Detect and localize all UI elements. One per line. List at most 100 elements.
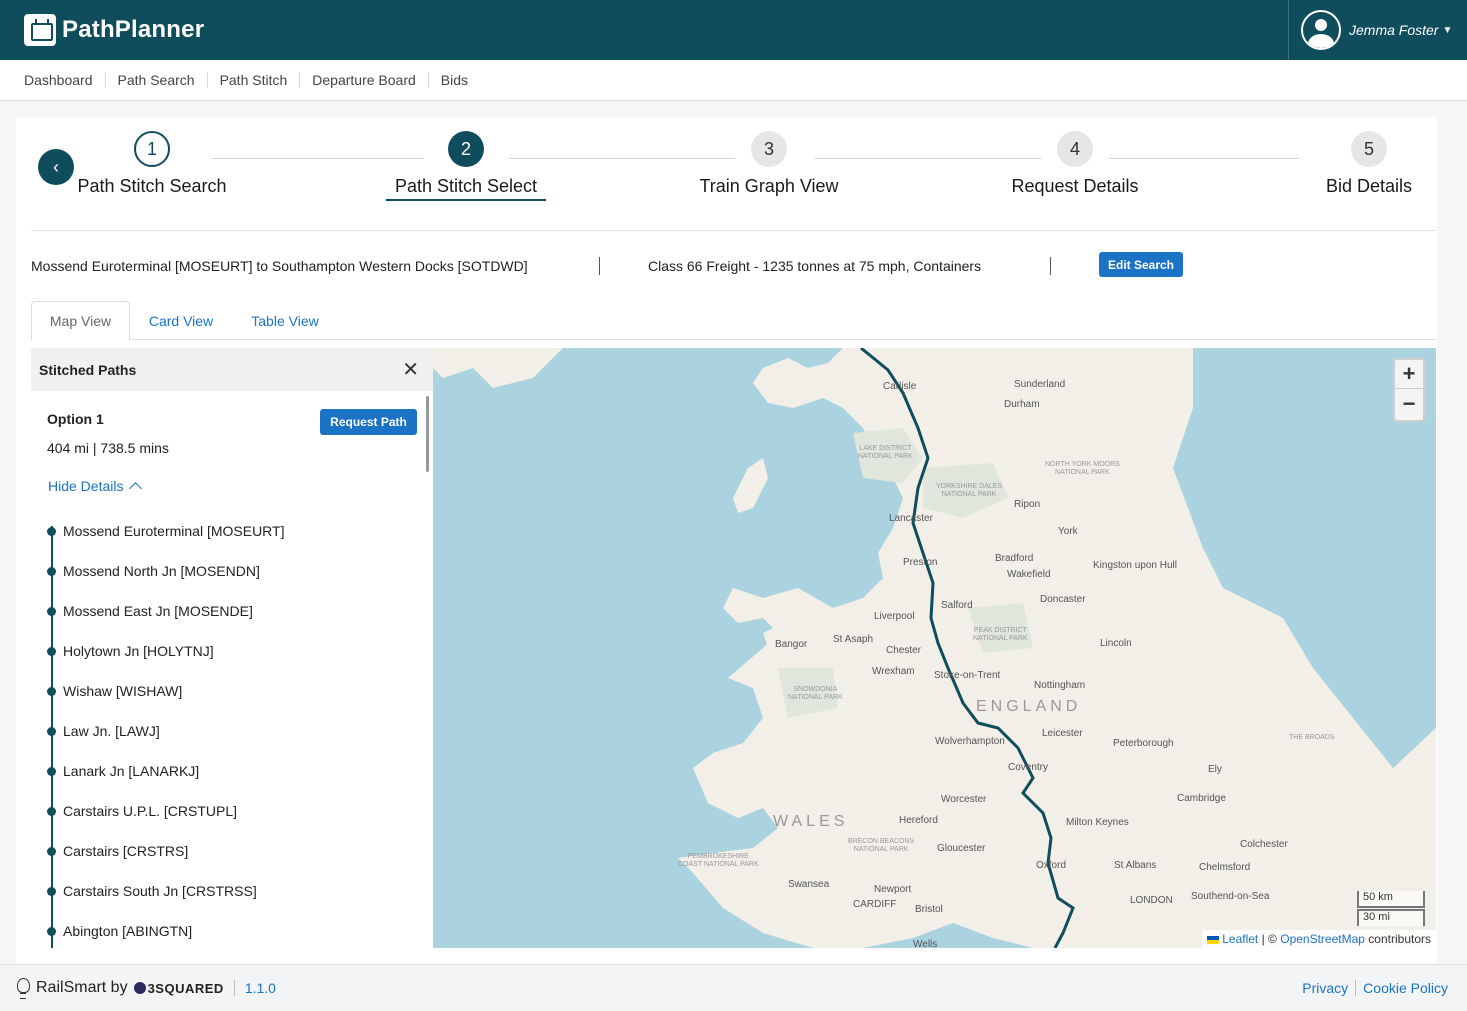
map-label-england: ENGLAND — [976, 698, 1082, 715]
privacy-link[interactable]: Privacy — [1295, 980, 1357, 996]
map-label-lincoln: Lincoln — [1100, 638, 1132, 649]
map-label-chester: Chester — [886, 645, 922, 656]
calendar-logo-icon — [24, 14, 56, 46]
list-item: Law Jn. [LAWJ] — [47, 721, 160, 741]
view-tabs: Map View Card View Table View — [31, 301, 1436, 341]
attribution-contributors: contributors — [1368, 932, 1431, 946]
map-label-bradford: Bradford — [995, 553, 1034, 564]
list-item: Holytown Jn [HOLYTNJ] — [47, 641, 214, 661]
tab-map-view[interactable]: Map View — [31, 301, 130, 341]
app-version: 1.1.0 — [233, 980, 276, 996]
map-label-cardiff: CARDIFF — [853, 899, 897, 910]
map-label-sunderland: Sunderland — [1014, 379, 1066, 390]
caret-down-icon: ▼ — [1442, 24, 1453, 36]
user-menu[interactable]: Jemma Foster ▼ — [1288, 0, 1467, 60]
hide-details-link[interactable]: Hide Details — [48, 478, 143, 495]
nav-bids[interactable]: Bids — [429, 72, 480, 88]
map-label-peak: PEAK DISTRICT NATIONAL PARK — [973, 627, 1028, 642]
chevron-left-icon: ‹ — [53, 156, 59, 177]
edit-search-button[interactable]: Edit Search — [1099, 252, 1183, 277]
zoom-out-button[interactable]: − — [1395, 389, 1423, 418]
divider — [31, 230, 1436, 231]
map-label-salford: Salford — [941, 600, 973, 611]
nav-departure-board[interactable]: Departure Board — [300, 72, 429, 88]
map-label-bristol: Bristol — [915, 904, 943, 915]
stitched-paths-panel: Stitched Paths ✕ Option 1 404 mi | 738.5… — [31, 348, 433, 948]
osm-link[interactable]: OpenStreetMap — [1280, 932, 1365, 946]
stop-dot-icon — [47, 566, 56, 576]
app-brand[interactable]: PathPlanner — [24, 14, 204, 46]
list-item: Mossend North Jn [MOSENDN] — [47, 561, 260, 581]
option-title: Option 1 — [47, 411, 104, 427]
map-label-nottingham: Nottingham — [1034, 680, 1086, 691]
step-3[interactable]: 3 Train Graph View — [696, 131, 842, 197]
stop-dot-icon — [47, 766, 56, 776]
nav-path-search[interactable]: Path Search — [106, 72, 208, 88]
step-4[interactable]: 4 Request Details — [1004, 131, 1146, 197]
stop-label: Carstairs U.P.L. [CRSTUPL] — [63, 803, 238, 819]
stop-dot-icon — [47, 726, 56, 736]
map-label-gloucester: Gloucester — [937, 843, 986, 854]
map-label-miltonkeynes: Milton Keynes — [1066, 817, 1129, 828]
separator — [1050, 257, 1051, 275]
user-name: Jemma Foster — [1349, 22, 1439, 38]
stop-label: Mossend East Jn [MOSENDE] — [63, 603, 253, 619]
map-label-york: York — [1058, 526, 1078, 537]
map-label-lancaster: Lancaster — [889, 513, 933, 524]
stop-dot-icon — [47, 886, 56, 896]
map-label-pembroke: PEMBROKESHIRE COAST NATIONAL PARK — [678, 853, 759, 868]
step-2[interactable]: 2 Path Stitch Select — [386, 131, 546, 201]
zoom-in-button[interactable]: + — [1395, 360, 1423, 389]
footer-brand: RailSmart by 3SQUARED 1.1.0 — [16, 978, 276, 999]
map-label-wales: WALES — [773, 813, 849, 830]
land-scotland — [433, 348, 563, 388]
panel-header: Stitched Paths ✕ — [31, 348, 433, 391]
tab-card-view[interactable]: Card View — [137, 301, 225, 340]
map-label-hereford: Hereford — [899, 815, 938, 826]
step-label: Path Stitch Select — [386, 176, 546, 201]
app-title: PathPlanner — [62, 16, 205, 43]
attribution-sep: | © — [1261, 932, 1277, 946]
nav-path-stitch[interactable]: Path Stitch — [208, 72, 301, 88]
footer-brand-text: RailSmart by — [36, 979, 128, 996]
route-map[interactable]: Carlisle Sunderland Durham LAKE DISTRICT NA… — [433, 348, 1436, 948]
step-1[interactable]: 1 Path Stitch Search — [73, 131, 231, 197]
map-label-southend: Southend-on-Sea — [1191, 891, 1270, 902]
map-label-worcester: Worcester — [941, 794, 987, 805]
leaflet-link[interactable]: Leaflet — [1222, 932, 1258, 946]
option-meta: 404 mi | 738.5 mins — [47, 440, 169, 456]
map-attribution: Leaflet | © OpenStreetMap contributors — [1202, 930, 1436, 948]
stop-dot-icon — [47, 926, 56, 936]
map-label-peterborough: Peterborough — [1113, 738, 1174, 749]
company-logo: 3SQUARED — [133, 981, 224, 996]
back-button[interactable]: ‹ — [38, 149, 74, 185]
request-path-button[interactable]: Request Path — [320, 409, 417, 435]
tab-table-view[interactable]: Table View — [237, 301, 333, 340]
close-icon[interactable]: ✕ — [402, 360, 419, 380]
map-label-wakefield: Wakefield — [1007, 569, 1051, 580]
map-label-colchester: Colchester — [1240, 839, 1288, 850]
zoom-control: + − — [1393, 358, 1425, 422]
map-label-snowdonia: SNOWDONIA NATIONAL PARK — [788, 686, 843, 701]
cookie-policy-link[interactable]: Cookie Policy — [1356, 980, 1455, 996]
scale-mi: 30 mi — [1357, 909, 1425, 926]
stop-label: Lanark Jn [LANARKJ] — [63, 763, 200, 779]
map-label-bangor: Bangor — [775, 639, 808, 650]
map-label-wrexham: Wrexham — [872, 666, 915, 677]
main-panel: ‹ 1 Path Stitch Search 2 Path Stitch Sel… — [16, 117, 1437, 963]
step-5[interactable]: 5 Bid Details — [1319, 131, 1419, 197]
scale-km: 50 km — [1357, 891, 1425, 908]
stop-label: Abington [ABINGTN] — [63, 923, 193, 939]
map-label-ripon: Ripon — [1014, 499, 1041, 510]
map-label-carlisle: Carlisle — [883, 381, 917, 392]
nav-dashboard[interactable]: Dashboard — [12, 72, 106, 88]
company-logo-icon — [133, 982, 146, 994]
list-item: Abington [ABINGTN] — [47, 921, 192, 941]
train-summary: Class 66 Freight - 1235 tonnes at 75 mph… — [648, 258, 982, 274]
footer: RailSmart by 3SQUARED 1.1.0 Privacy Cook… — [0, 964, 1467, 1011]
map-label-coventry: Coventry — [1008, 762, 1049, 773]
step-label: Path Stitch Search — [77, 176, 227, 196]
list-item: Carstairs South Jn [CRSTRSS] — [47, 881, 257, 901]
stop-dot-icon — [47, 846, 56, 856]
scrollbar[interactable] — [426, 396, 429, 472]
